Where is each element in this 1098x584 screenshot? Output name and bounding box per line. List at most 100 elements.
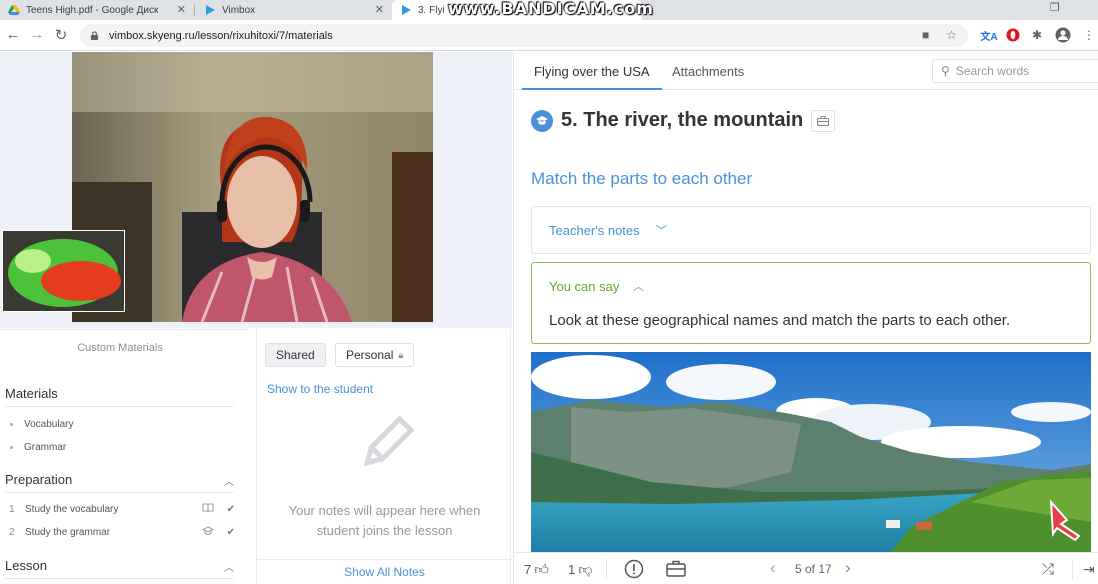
- preparation-section-title[interactable]: Preparation: [5, 472, 72, 487]
- show-to-student-link[interactable]: Show to the student: [267, 382, 373, 396]
- materials-sidebar: Custom Materials Materials Vocabulary Gr…: [0, 329, 250, 584]
- tab-personal-notes[interactable]: Personal 🔒︎: [335, 343, 415, 367]
- back-icon[interactable]: ←: [4, 26, 22, 43]
- dislike-count: 1: [568, 562, 576, 577]
- preparation-item-vocabulary[interactable]: 1 Study the vocabulary ✔: [9, 503, 235, 516]
- chevron-up-icon[interactable]: ︿: [224, 559, 234, 574]
- tab-shared-notes[interactable]: Shared: [265, 343, 326, 367]
- item-number: 1: [9, 504, 15, 515]
- chevron-up-icon[interactable]: ︿: [633, 278, 644, 294]
- puzzle-icon[interactable]: ✱: [1028, 26, 1046, 44]
- materials-item-grammar[interactable]: Grammar: [10, 442, 66, 453]
- thumbs-up-icon: 👍︎: [534, 561, 549, 577]
- page-indicator: 5 of 17: [795, 562, 832, 576]
- tab-title: Vimbox: [222, 4, 256, 16]
- tab-vimbox[interactable]: Vimbox ✕: [196, 0, 392, 20]
- active-tab-indicator: [522, 88, 662, 90]
- item-number: 2: [9, 527, 15, 538]
- search-words-input[interactable]: ⚲ Search words: [932, 59, 1098, 83]
- vimbox-icon: [402, 5, 411, 15]
- materials-item-vocabulary[interactable]: Vocabulary: [10, 419, 73, 430]
- lock-icon: 🔒︎: [398, 349, 404, 360]
- lesson-title: 5. The river, the mountain: [561, 109, 804, 131]
- item-label: Vocabulary: [24, 419, 74, 430]
- task-title: Match the parts to each other: [531, 169, 753, 188]
- graduation-cap-icon: [531, 109, 553, 132]
- tab-title: 3. Flyi: [418, 4, 445, 16]
- checkmark-icon: ✔: [226, 527, 235, 538]
- restore-window-icon[interactable]: ❐: [1050, 1, 1060, 14]
- divider: [5, 578, 234, 579]
- previous-page-button[interactable]: ‹: [770, 558, 776, 578]
- you-can-say-panel[interactable]: You can say ︿ Look at these geographical…: [531, 262, 1091, 344]
- exclamation-icon: [624, 559, 644, 579]
- lesson-content: Flying over the USA Attachments ⚲ Search…: [513, 52, 1098, 584]
- next-page-button[interactable]: ›: [845, 558, 851, 578]
- exit-icon[interactable]: ⇥: [1083, 561, 1095, 578]
- checkmark-icon: ✔: [226, 504, 235, 515]
- close-icon[interactable]: ✕: [375, 3, 384, 16]
- reload-icon[interactable]: ↻: [52, 26, 70, 44]
- tab-title: Teens High.pdf - Google Диск: [26, 4, 159, 16]
- menu-icon[interactable]: ⋮: [1080, 26, 1098, 44]
- materials-section-title: Materials: [5, 386, 58, 401]
- thumbs-down-icon: 👎︎: [578, 561, 593, 577]
- briefcase-icon[interactable]: [811, 109, 836, 132]
- profile-icon[interactable]: [1054, 26, 1072, 44]
- search-icon: ⚲: [941, 64, 950, 78]
- briefcase-icon: [666, 560, 686, 577]
- teacher-video: [72, 52, 433, 322]
- recording-watermark: www.BANDICAM.com: [448, 0, 654, 18]
- lesson-bottom-bar: 7 👍︎ 1 👎︎ ‹ 5 of 17 › ⤮ ⇥: [514, 552, 1098, 584]
- vimbox-icon: [206, 5, 215, 15]
- like-count: 7: [524, 562, 532, 577]
- chevron-down-icon[interactable]: ﹀: [656, 222, 667, 238]
- briefcase-button[interactable]: [666, 560, 686, 578]
- divider: [606, 559, 607, 579]
- close-icon[interactable]: ✕: [177, 3, 186, 16]
- bookmark-star-icon[interactable]: ☆: [946, 28, 957, 42]
- opera-icon[interactable]: [1004, 26, 1022, 44]
- tab-flying-over-the-usa[interactable]: Flying over the USA: [534, 64, 650, 79]
- tab-attachments[interactable]: Attachments: [672, 64, 744, 79]
- divider: [1072, 559, 1073, 579]
- lock-icon: [90, 31, 99, 40]
- report-button[interactable]: [624, 559, 644, 579]
- item-label: Grammar: [24, 442, 67, 453]
- lesson-section-title[interactable]: Lesson: [5, 558, 47, 573]
- translate-icon[interactable]: 文A: [980, 26, 998, 44]
- search-placeholder: Search words: [955, 64, 1030, 78]
- pencil-icon: [355, 411, 419, 480]
- like-button[interactable]: 7 👍︎: [524, 561, 549, 578]
- shuffle-icon[interactable]: ⤮: [1042, 561, 1054, 578]
- teachers-notes-label: Teacher's notes: [549, 223, 640, 238]
- tab-label: Personal: [346, 348, 394, 362]
- bullet-icon: [10, 423, 13, 426]
- address-bar[interactable]: vimbox.skyeng.ru/lesson/rixuhitoxi/7/mat…: [80, 24, 968, 47]
- url-text: vimbox.skyeng.ru/lesson/rixuhitoxi/7/mat…: [109, 29, 333, 42]
- teachers-notes-panel[interactable]: Teacher's notes ﹀: [531, 206, 1091, 254]
- book-icon: [202, 503, 214, 516]
- notes-panel: Shared Personal 🔒︎ Show to the student Y…: [256, 329, 512, 584]
- item-label: Study the grammar: [25, 527, 111, 538]
- forward-icon[interactable]: →: [28, 26, 46, 43]
- browser-toolbar: ← → ↻ vimbox.skyeng.ru/lesson/rixuhitoxi…: [0, 20, 1098, 51]
- tab-separator: [194, 4, 195, 16]
- you-can-say-label: You can say: [549, 279, 620, 294]
- google-drive-icon: [8, 5, 20, 15]
- chevron-up-icon[interactable]: ︿: [224, 473, 234, 488]
- student-video: [2, 230, 125, 312]
- tab-google-drive[interactable]: Teens High.pdf - Google Диск ✕: [0, 0, 194, 20]
- preparation-item-grammar[interactable]: 2 Study the grammar ✔: [9, 526, 235, 539]
- dislike-button[interactable]: 1 👎︎: [568, 561, 592, 578]
- lake-mountain-photo: [531, 352, 1091, 552]
- item-label: Study the vocabulary: [25, 504, 119, 515]
- camera-icon[interactable]: ■: [922, 28, 929, 42]
- divider: [5, 492, 234, 493]
- browser-tab-bar: Teens High.pdf - Google Диск ✕ Vimbox ✕ …: [0, 0, 1098, 20]
- content-tabs: Flying over the USA Attachments ⚲ Search…: [514, 52, 1098, 90]
- show-all-notes-link[interactable]: Show All Notes: [257, 559, 512, 584]
- graduation-cap-icon: [201, 526, 215, 539]
- lesson-title-row: 5. The river, the mountain: [531, 109, 836, 132]
- you-can-say-text: Look at these geographical names and mat…: [549, 312, 1011, 329]
